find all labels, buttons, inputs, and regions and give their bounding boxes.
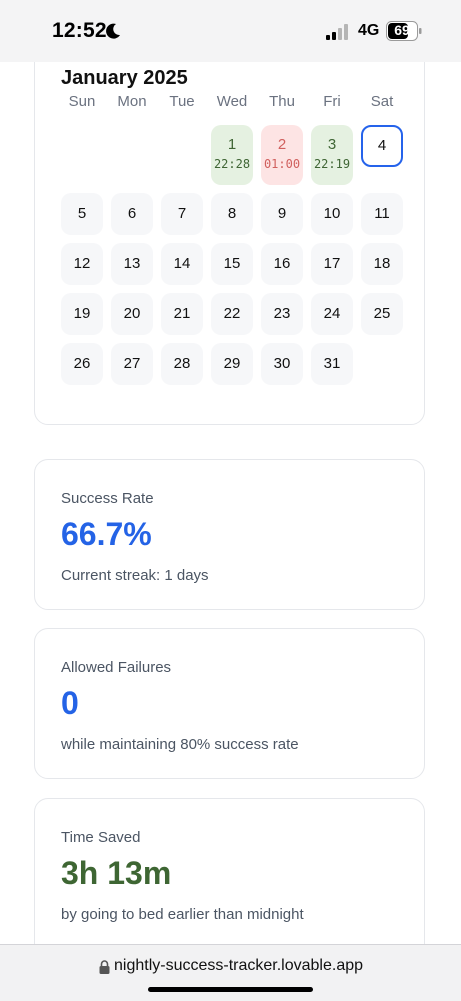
calendar-day[interactable]: 19 <box>61 293 103 335</box>
home-indicator <box>148 987 313 992</box>
day-number: 2 <box>277 136 287 153</box>
calendar-day[interactable]: 30 <box>261 343 303 385</box>
bedtime-label: 22:19 <box>313 157 351 171</box>
url-text[interactable]: nightly-success-tracker.lovable.app <box>114 957 363 975</box>
calendar-day[interactable]: 26 <box>61 343 103 385</box>
calendar-day[interactable]: 17 <box>311 243 353 285</box>
success-rate-card: Success Rate 66.7% Current streak: 1 day… <box>34 459 425 610</box>
day-number: 26 <box>73 355 91 372</box>
calendar-day[interactable]: 5 <box>61 193 103 235</box>
day-number: 5 <box>77 205 87 222</box>
time-saved-value: 3h 13m <box>61 855 172 891</box>
allowed-failures-note: while maintaining 80% success rate <box>61 736 299 753</box>
status-bar: 12:52 4G 69 <box>0 0 461 62</box>
moon-icon <box>106 23 120 39</box>
day-number: 4 <box>377 137 387 154</box>
day-number: 24 <box>323 305 341 322</box>
calendar-day[interactable]: 31 <box>311 343 353 385</box>
current-streak: Current streak: 1 days <box>61 567 209 584</box>
day-number: 14 <box>173 255 191 272</box>
day-number: 27 <box>123 355 141 372</box>
time-saved-note: by going to bed earlier than midnight <box>61 906 304 923</box>
day-number: 22 <box>223 305 241 322</box>
calendar-day[interactable]: 13 <box>111 243 153 285</box>
calendar-day[interactable]: 8 <box>211 193 253 235</box>
calendar-day[interactable]: 4 <box>361 125 403 167</box>
day-number: 19 <box>73 305 91 322</box>
month-title: January 2025 <box>61 67 188 89</box>
day-number: 6 <box>127 205 137 222</box>
calendar-day[interactable]: 25 <box>361 293 403 335</box>
weekday-label: Sun <box>68 93 96 110</box>
day-number: 16 <box>273 255 291 272</box>
day-number: 28 <box>173 355 191 372</box>
browser-address-bar[interactable]: nightly-success-tracker.lovable.app <box>0 944 461 1001</box>
page-content[interactable]: January 2025 Sun Mon Tue Wed Thu Fri Sat 1 22:2… <box>0 62 461 944</box>
day-number: 31 <box>323 355 341 372</box>
day-number: 25 <box>373 305 391 322</box>
calendar-card: January 2025 Sun Mon Tue Wed Thu Fri Sat 1 22:2… <box>34 62 425 425</box>
allowed-failures-value: 0 <box>61 685 79 721</box>
weekday-label: Sat <box>370 93 394 110</box>
day-number: 29 <box>223 355 241 372</box>
day-number: 1 <box>227 136 237 153</box>
time-saved-card: Time Saved 3h 13m by going to bed earlie… <box>34 798 425 944</box>
calendar-day[interactable]: 22 <box>211 293 253 335</box>
bedtime-label: 01:00 <box>263 157 301 171</box>
day-number: 17 <box>323 255 341 272</box>
calendar-day[interactable]: 29 <box>211 343 253 385</box>
day-number: 9 <box>277 205 287 222</box>
success-rate-value: 66.7% <box>61 516 152 552</box>
calendar-day[interactable]: 14 <box>161 243 203 285</box>
network-type: 4G <box>358 22 380 39</box>
weekday-label: Wed <box>216 93 248 110</box>
day-number: 13 <box>123 255 141 272</box>
calendar-day[interactable]: 11 <box>361 193 403 235</box>
status-time: 12:52 <box>52 19 107 42</box>
calendar-day[interactable]: 27 <box>111 343 153 385</box>
day-number: 3 <box>327 136 337 153</box>
calendar-day[interactable]: 24 <box>311 293 353 335</box>
day-number: 7 <box>177 205 187 222</box>
day-number: 15 <box>223 255 241 272</box>
calendar-day[interactable]: 7 <box>161 193 203 235</box>
calendar-day[interactable]: 18 <box>361 243 403 285</box>
weekday-label: Mon <box>117 93 147 110</box>
time-saved-label: Time Saved <box>61 829 141 846</box>
calendar-day[interactable]: 1 22:28 <box>211 125 253 185</box>
calendar-day[interactable]: 9 <box>261 193 303 235</box>
calendar-day[interactable]: 20 <box>111 293 153 335</box>
calendar-day[interactable]: 21 <box>161 293 203 335</box>
day-number: 8 <box>227 205 237 222</box>
calendar-day[interactable]: 2 01:00 <box>261 125 303 185</box>
calendar-day[interactable]: 12 <box>61 243 103 285</box>
calendar-day[interactable]: 15 <box>211 243 253 285</box>
day-number: 20 <box>123 305 141 322</box>
success-rate-label: Success Rate <box>61 490 154 507</box>
allowed-failures-card: Allowed Failures 0 while maintaining 80%… <box>34 628 425 779</box>
calendar-day[interactable]: 6 <box>111 193 153 235</box>
allowed-failures-label: Allowed Failures <box>61 659 172 676</box>
weekday-label: Fri <box>323 93 341 110</box>
day-number: 21 <box>173 305 191 322</box>
calendar-day[interactable]: 23 <box>261 293 303 335</box>
calendar-day[interactable]: 3 22:19 <box>311 125 353 185</box>
lock-icon <box>99 960 110 974</box>
battery-level: 69 <box>394 22 410 38</box>
weekday-label: Tue <box>169 93 195 110</box>
calendar-day[interactable]: 28 <box>161 343 203 385</box>
day-number: 12 <box>73 255 91 272</box>
day-number: 30 <box>273 355 291 372</box>
bedtime-label: 22:28 <box>213 157 251 171</box>
day-number: 10 <box>323 205 341 222</box>
calendar-day[interactable]: 16 <box>261 243 303 285</box>
day-number: 18 <box>373 255 391 272</box>
weekday-label: Thu <box>269 93 295 110</box>
day-number: 11 <box>374 205 390 222</box>
calendar-day[interactable]: 10 <box>311 193 353 235</box>
signal-icon <box>326 24 348 40</box>
day-number: 23 <box>273 305 291 322</box>
